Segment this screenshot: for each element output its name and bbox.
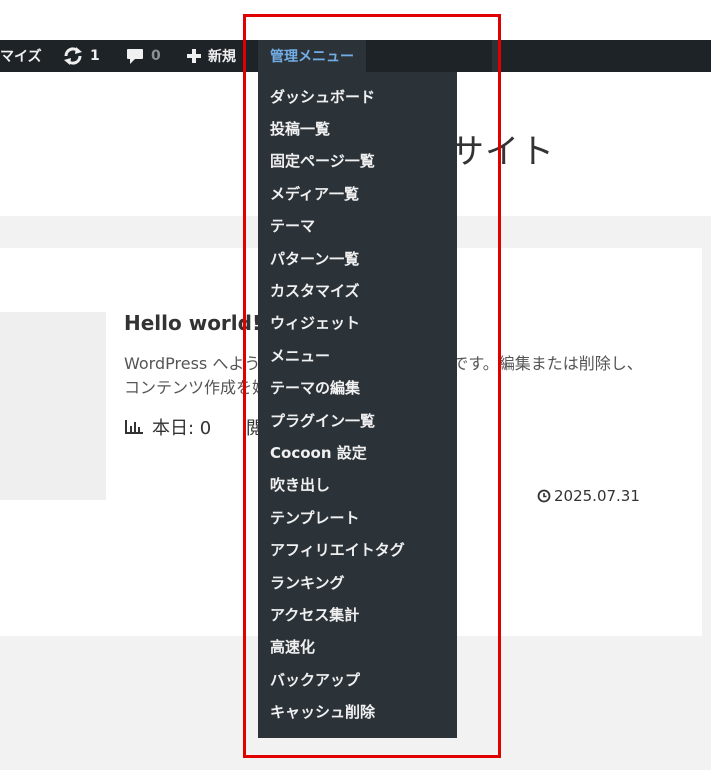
refresh-icon	[62, 47, 84, 65]
post-title[interactable]: Hello world!	[124, 311, 261, 335]
adminbar-new-label: 新規	[208, 49, 236, 65]
comments-count: 0	[151, 48, 161, 64]
adminbar-new[interactable]: 新規	[186, 40, 236, 72]
stats-today: 本日: 0	[152, 418, 212, 439]
adminbar-updates[interactable]: 1	[62, 40, 100, 72]
comment-icon	[126, 47, 144, 65]
plus-icon	[186, 48, 202, 64]
post-thumbnail[interactable]	[0, 312, 106, 500]
post-date: 2025.07.31	[537, 487, 640, 505]
adminbar-customize[interactable]: マイズ	[0, 40, 42, 72]
post-date-text: 2025.07.31	[554, 487, 640, 505]
post-stats: 本日: 0	[124, 414, 211, 440]
clock-icon	[537, 489, 551, 503]
bar-chart-icon	[124, 419, 144, 435]
updates-count: 1	[90, 48, 100, 64]
adminbar-comments[interactable]: 0	[126, 40, 161, 72]
adminbar-customize-label: マイズ	[0, 49, 42, 65]
highlight-outline	[243, 14, 501, 758]
